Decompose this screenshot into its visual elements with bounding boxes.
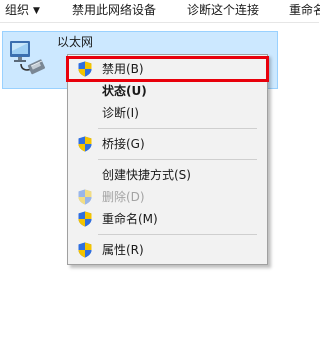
menu-item-properties[interactable]: 属性(R) (68, 239, 267, 261)
uac-shield-icon (78, 242, 92, 258)
adapter-name: 以太网 (57, 35, 94, 49)
disable-device-button[interactable]: 禁用此网络设备 (72, 2, 156, 18)
menu-item-label: 状态(U) (102, 84, 147, 98)
menu-item-label: 删除(D) (102, 190, 145, 204)
uac-shield-icon (78, 61, 92, 77)
organize-menu-button[interactable]: 组织 ▼ (5, 2, 40, 18)
menu-item-label: 禁用(B) (102, 62, 144, 76)
uac-shield-icon (78, 211, 92, 227)
menu-item-bridge[interactable]: 桥接(G) (68, 133, 267, 155)
menu-item-status[interactable]: 状态(U) (68, 80, 267, 102)
network-adapter-icon (10, 41, 46, 75)
diagnose-connection-button[interactable]: 诊断这个连接 (187, 2, 259, 18)
menu-item-create-shortcut[interactable]: 创建快捷方式(S) (68, 164, 267, 186)
context-menu: 禁用(B) 状态(U) 诊断(I) 桥接(G) 创建快捷方式(S) 删除(D) … (66, 54, 269, 265)
menu-item-label: 诊断(I) (102, 106, 139, 120)
uac-shield-icon (78, 136, 92, 152)
organize-label: 组织 (5, 3, 30, 17)
uac-shield-icon (78, 189, 92, 205)
rename-button[interactable]: 重命名 (289, 2, 320, 18)
menu-separator (98, 234, 257, 235)
menu-separator (98, 128, 257, 129)
menu-item-delete: 删除(D) (68, 186, 267, 208)
menu-separator (98, 159, 257, 160)
menu-item-label: 创建快捷方式(S) (102, 168, 191, 182)
menu-item-label: 重命名(M) (102, 212, 158, 226)
command-toolbar: 组织 ▼ 禁用此网络设备 诊断这个连接 重命名 (0, 0, 320, 23)
menu-item-rename[interactable]: 重命名(M) (68, 208, 267, 230)
menu-item-label: 属性(R) (102, 243, 144, 257)
menu-item-disable[interactable]: 禁用(B) (66, 56, 269, 82)
menu-item-diagnose[interactable]: 诊断(I) (68, 102, 267, 124)
menu-item-label: 桥接(G) (102, 137, 145, 151)
chevron-down-icon: ▼ (33, 6, 40, 16)
